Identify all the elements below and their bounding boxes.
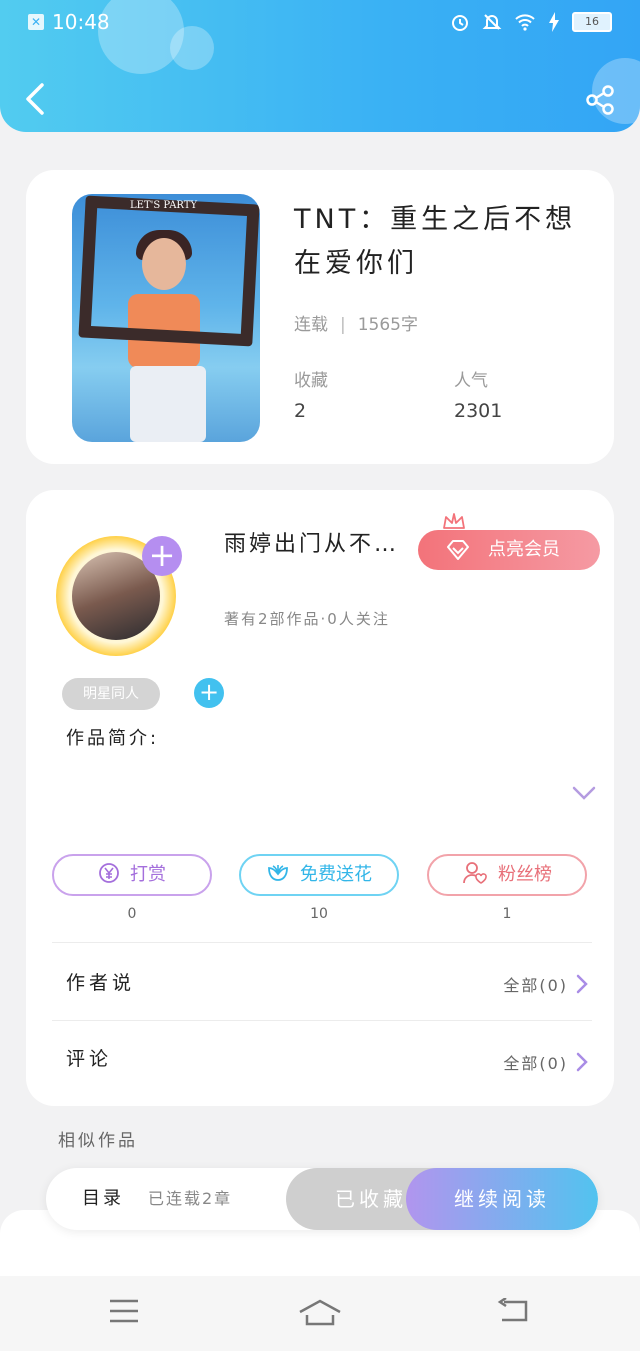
book-meta: 连载 | 1565字 <box>294 310 418 335</box>
fans-count: 1 <box>502 906 512 922</box>
comments-title[interactable]: 评论 <box>66 1044 112 1071</box>
divider <box>52 942 592 943</box>
cover-figure-pants <box>130 366 206 442</box>
cover-photo-frame <box>78 195 260 347</box>
table-of-contents-button[interactable]: 目录 <box>82 1168 124 1230</box>
system-navigation-bar <box>0 1276 640 1351</box>
author-says-title[interactable]: 作者说 <box>66 968 135 995</box>
meta-divider: | <box>340 315 346 335</box>
chevron-down-icon[interactable] <box>572 786 596 800</box>
vip-button[interactable]: 点亮会员 <box>418 513 600 570</box>
top-header: ✕ 10:48 16 <box>0 0 640 132</box>
share-icon[interactable] <box>584 84 616 116</box>
author-summary: 著有2部作品·0人关注 <box>224 610 390 628</box>
notification-icon: ✕ <box>28 14 44 30</box>
book-word-count: 1565字 <box>357 315 418 335</box>
charging-icon <box>549 12 559 32</box>
vip-button-label: 点亮会员 <box>488 539 560 560</box>
author-says-count: 全部(0) <box>503 976 568 995</box>
status-icons: 16 <box>450 12 612 32</box>
author-says-all-link[interactable]: 全部(0) <box>503 972 588 996</box>
popularity-label: 人气 <box>454 371 488 391</box>
alarm-icon <box>452 15 468 31</box>
back-arrow-icon[interactable] <box>22 82 50 116</box>
follow-plus-icon[interactable]: + <box>142 536 182 576</box>
favorites-value: 2 <box>294 400 307 422</box>
back-icon[interactable] <box>496 1298 530 1324</box>
similar-works-label: 相似作品 <box>58 1131 138 1151</box>
home-icon[interactable] <box>298 1298 342 1326</box>
battery-indicator: 16 <box>572 12 612 32</box>
status-time: 10:48 <box>52 10 110 34</box>
send-flower-button-label: 免费送花 <box>300 864 372 885</box>
chapter-count[interactable]: 已连载2章 <box>148 1168 232 1230</box>
yen-coin-icon <box>99 863 119 883</box>
category-tag[interactable]: 明星同人 <box>62 678 160 710</box>
menu-icon[interactable] <box>108 1298 140 1324</box>
fan-rank-button[interactable]: 粉丝榜 <box>427 854 587 896</box>
book-cover-image[interactable]: LET'S PARTY <box>72 194 260 442</box>
reward-button[interactable]: 打赏 <box>52 854 212 896</box>
comments-all-link[interactable]: 全部(0) <box>503 1050 588 1074</box>
book-title: TNT：重生之后不想在爱你们 <box>294 204 577 279</box>
book-info-card: LET'S PARTY TNT：重生之后不想在爱你们 连载 | 1565字 收藏 2… <box>26 170 614 464</box>
reward-button-label: 打赏 <box>130 864 166 885</box>
flower-count: 10 <box>310 906 328 922</box>
cover-frame-text: LET'S PARTY <box>130 200 198 211</box>
wifi-icon <box>515 14 535 31</box>
author-name[interactable]: 雨婷出门从不… <box>224 526 399 558</box>
author-card: + 雨婷出门从不… 点亮会员 著有2部作品·0人关注 明星同人 + 作品简介: … <box>26 490 614 1106</box>
chevron-right-icon <box>576 1052 588 1072</box>
continue-reading-button[interactable]: 继续阅读 <box>406 1168 598 1230</box>
chevron-right-icon <box>576 974 588 994</box>
header-bubble-decoration <box>170 26 214 70</box>
favorites-label: 收藏 <box>294 371 328 391</box>
comments-count: 全部(0) <box>503 1054 568 1073</box>
header-bubble-decoration <box>98 0 184 74</box>
intro-label: 作品简介: <box>66 728 160 749</box>
diamond-icon <box>447 540 469 560</box>
add-tag-icon[interactable]: + <box>194 678 224 708</box>
send-flower-button[interactable]: 免费送花 <box>239 854 399 896</box>
crown-icon <box>443 513 465 529</box>
fans-user-icon <box>463 862 487 884</box>
flower-icon <box>268 865 288 881</box>
reading-action-bar: 目录 已连载2章 已收藏 继续阅读 <box>46 1168 598 1230</box>
divider <box>52 1020 592 1021</box>
popularity-value: 2301 <box>454 400 503 422</box>
fan-rank-button-label: 粉丝榜 <box>498 864 552 885</box>
book-status: 连载 <box>294 315 328 335</box>
reward-count: 0 <box>127 906 137 922</box>
mute-bell-icon <box>482 14 502 30</box>
